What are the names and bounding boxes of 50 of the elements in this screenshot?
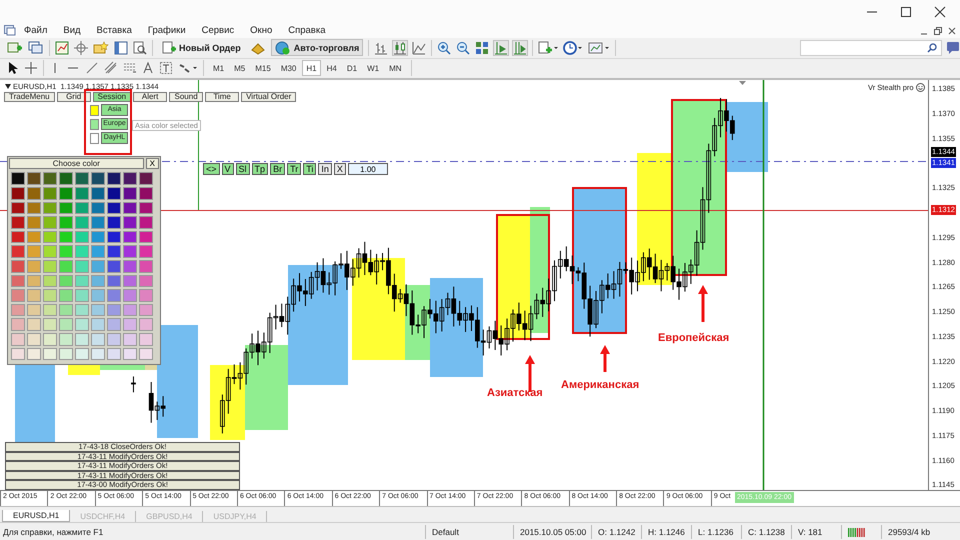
session-label: Азиатская	[487, 387, 543, 400]
timeframe-button[interactable]: W1	[363, 60, 384, 76]
menu-item[interactable]: Вставка	[96, 25, 132, 36]
order-button[interactable]: Tr	[287, 163, 302, 176]
chart-tab[interactable]: EURUSD,H1	[2, 510, 70, 522]
session-label: Европейская	[658, 332, 730, 344]
status-traffic: 29593/4 kb	[881, 524, 951, 539]
status-close: C: 1.1238	[741, 524, 791, 539]
timeframe-button[interactable]: M15	[251, 60, 275, 76]
timeframe-button[interactable]: M5	[230, 60, 250, 76]
menu-item[interactable]: Вид	[63, 25, 81, 36]
status-low: L: 1.1236	[691, 524, 741, 539]
status-high: H: 1.1246	[641, 524, 691, 539]
order-button[interactable]: <>	[203, 163, 220, 176]
timeframe-button[interactable]: M30	[276, 60, 300, 76]
session-label: Американская	[561, 379, 640, 392]
timeframe-button[interactable]: MN	[385, 60, 406, 76]
menu-item[interactable]: Справка	[288, 25, 326, 36]
auto-trading-button[interactable]: Авто-торговля	[270, 39, 364, 56]
order-button[interactable]: Br	[270, 163, 286, 176]
menu-item[interactable]: Сервис	[202, 25, 234, 36]
status-open: O: 1.1242	[591, 524, 641, 539]
panel-tab-button[interactable]: Alert	[133, 92, 168, 102]
status-volume: V: 181	[791, 524, 841, 539]
status-help: Для справки, нажмите F1	[2, 526, 104, 537]
panel-tab-button[interactable]: Session	[92, 92, 132, 102]
status-time: 2015.10.05 05:00	[513, 524, 591, 539]
color-picker-title: Choose color	[9, 158, 144, 170]
panel-tab-button[interactable]: Sound	[169, 92, 204, 102]
order-button[interactable]: Tp	[252, 163, 268, 176]
timeframe-button[interactable]: H4	[322, 60, 341, 76]
lot-field[interactable]: 1.00	[348, 163, 388, 176]
panel-tab-button[interactable]: Time	[205, 92, 240, 102]
close-button[interactable]: X	[146, 158, 159, 170]
timeframe-button[interactable]: M1	[209, 60, 228, 76]
order-button[interactable]: X	[334, 163, 346, 176]
menu-item[interactable]: Графики	[148, 25, 186, 36]
panel-tab-button[interactable]: Virtual Order	[241, 92, 296, 102]
panel-tab-button[interactable]: TradeMenu	[4, 92, 55, 102]
order-button[interactable]: Sl	[236, 163, 250, 176]
status-profile: Default	[425, 524, 513, 539]
new-order-button[interactable]: Новый Ордер	[158, 39, 245, 56]
order-button[interactable]: V	[222, 163, 234, 176]
menu-item[interactable]: Окно	[250, 25, 272, 36]
order-button[interactable]: In	[318, 163, 332, 176]
timeframe-button[interactable]: D1	[342, 60, 362, 76]
timeframe-button[interactable]: H1	[302, 60, 321, 76]
panel-tab-button[interactable]: Grid	[56, 92, 91, 102]
order-button[interactable]: Ti	[303, 163, 316, 176]
menu-item[interactable]: Файл	[24, 25, 48, 36]
